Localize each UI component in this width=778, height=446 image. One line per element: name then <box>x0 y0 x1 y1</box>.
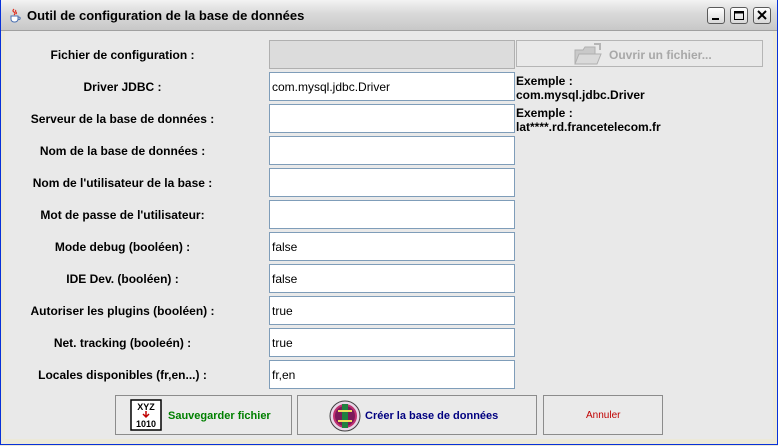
open-file-button[interactable]: Ouvrir un fichier... <box>516 40 763 67</box>
maximize-icon <box>734 11 744 20</box>
db-server-field[interactable] <box>269 104 515 133</box>
ide-dev-label: IDE Dev. (booléen) : <box>66 272 179 286</box>
debug-mode-label: Mode debug (booléen) : <box>54 240 191 254</box>
db-server-hint-line2: lat****.rd.francetelecom.fr <box>516 120 661 134</box>
java-cup-icon <box>10 8 21 23</box>
locales-field[interactable] <box>269 360 515 389</box>
database-icon <box>329 400 361 432</box>
open-file-label: Ouvrir un fichier... <box>609 48 712 62</box>
minimize-button[interactable] <box>707 7 725 24</box>
db-server-hint: Exemple : lat****.rd.francetelecom.fr <box>516 106 661 134</box>
db-server-label: Serveur de la base de données : <box>30 112 215 126</box>
cancel-button[interactable]: Annuler <box>543 395 663 435</box>
db-name-field[interactable] <box>269 136 515 165</box>
ide-dev-field[interactable] <box>269 264 515 293</box>
maximize-button[interactable] <box>730 7 748 24</box>
svg-text:XYZ: XYZ <box>137 402 155 412</box>
debug-mode-field[interactable] <box>269 232 515 261</box>
config-form: Fichier de configuration : Driver JDBC :… <box>5 31 773 439</box>
jdbc-driver-label: Driver JDBC : <box>83 80 162 94</box>
locales-label: Locales disponibles (fr,en...) : <box>38 368 207 382</box>
save-file-button[interactable]: XYZ 1010 Sauvegarder fichier <box>115 395 292 435</box>
close-icon <box>757 10 767 20</box>
app-window: Outil de configuration de la base de don… <box>0 0 778 445</box>
net-tracking-field[interactable] <box>269 328 515 357</box>
db-server-hint-line1: Exemple : <box>516 106 573 120</box>
allow-plugins-label: Autoriser les plugins (booléen) : <box>30 304 215 318</box>
cancel-label: Annuler <box>586 410 621 421</box>
jdbc-driver-hint-line2: com.mysql.jdbc.Driver <box>516 88 645 102</box>
jdbc-driver-hint-line1: Exemple : <box>516 74 573 88</box>
svg-text:1010: 1010 <box>136 419 156 429</box>
close-button[interactable] <box>753 7 771 24</box>
db-name-label: Nom de la base de données : <box>39 144 206 158</box>
jdbc-driver-field[interactable] <box>269 72 515 101</box>
jdbc-driver-hint: Exemple : com.mysql.jdbc.Driver <box>516 74 645 102</box>
save-file-icon: XYZ 1010 <box>130 399 162 431</box>
window-title: Outil de configuration de la base de don… <box>27 8 305 23</box>
config-file-label: Fichier de configuration : <box>50 48 195 62</box>
folder-open-icon <box>574 43 602 65</box>
db-user-field[interactable] <box>269 168 515 197</box>
db-user-label: Nom de l'utilisateur de la base : <box>32 176 213 190</box>
create-database-label: Créer la base de données <box>365 410 499 422</box>
allow-plugins-field[interactable] <box>269 296 515 325</box>
create-database-button[interactable]: Créer la base de données <box>297 395 537 435</box>
db-password-label: Mot de passe de l'utilisateur: <box>40 208 205 222</box>
db-password-field[interactable] <box>269 200 515 229</box>
net-tracking-label: Net. tracking (booleén) : <box>53 336 192 350</box>
title-bar[interactable]: Outil de configuration de la base de don… <box>1 0 777 31</box>
save-file-label: Sauvegarder fichier <box>168 410 271 422</box>
config-file-field <box>269 40 515 69</box>
minimize-icon <box>712 18 719 20</box>
